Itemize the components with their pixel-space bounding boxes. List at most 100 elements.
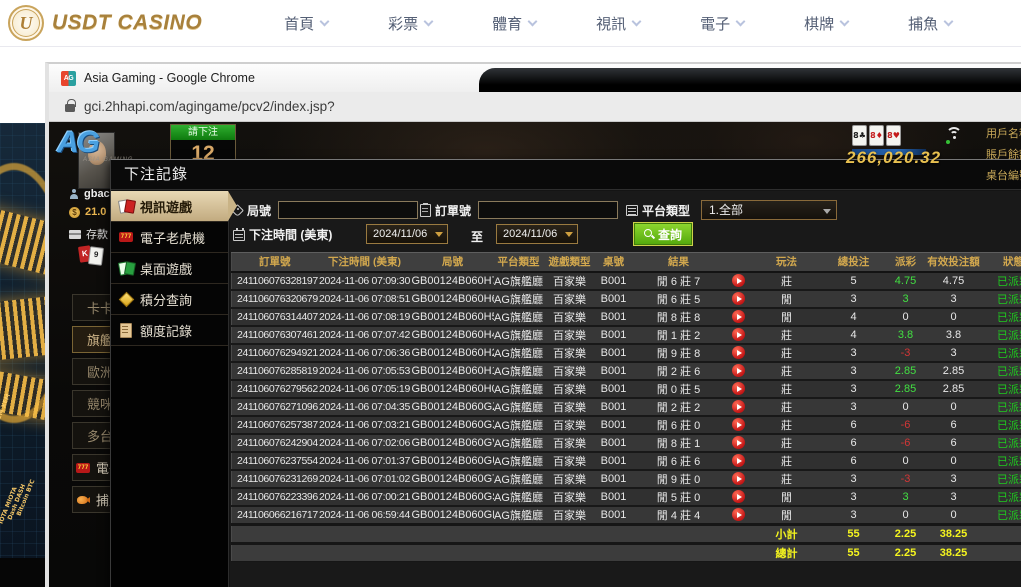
nav-item[interactable]: 棋牌 [774,13,878,34]
cell-payout: 0 [886,398,926,416]
cell-payout: -3 [886,344,926,362]
table-row: 241106076237554 2024-11-06 07:01:37 GB00… [232,452,1021,470]
play-button[interactable] [732,400,745,413]
order-input[interactable] [478,201,618,219]
play-button[interactable] [732,454,745,467]
platform-select[interactable]: 1.全部 [701,200,837,220]
main-nav: 首頁 彩票 體育 視訊 電子 [254,13,982,34]
table-row: 241106076294921 2024-11-06 07:06:36 GB00… [232,344,1021,362]
play-button[interactable] [732,508,745,521]
playing-card: 8♥ [886,125,901,146]
play-button[interactable] [732,472,745,485]
cell-bet-time: 2024-11-06 07:01:37 [318,452,412,470]
dropdown-arrow-icon [823,209,831,214]
url-bar[interactable]: gci.2hhapi.com/agingame/pcv2/index.jsp? [49,92,1021,122]
table-header-cell [726,253,752,272]
cell-replay [726,272,752,290]
table-header-cell: 總投注 [822,253,886,272]
table-row: 241106076279562 2024-11-06 07:05:19 GB00… [232,380,1021,398]
modal-title: 下注記錄 [124,166,188,183]
play-button[interactable] [732,418,745,431]
nav-item-label: 視訊 [596,13,626,34]
total-bet: 55 [822,543,886,561]
cell-result: 閒 5 莊 0 [632,488,726,506]
sidebar-item[interactable]: 桌面遊戲 [111,253,228,284]
nav-item[interactable]: 視訊 [566,13,670,34]
table-header-cell: 派彩 [886,253,926,272]
cell-game-type: 百家樂 [544,416,596,434]
cell-replay [726,362,752,380]
play-button[interactable] [732,382,745,395]
cell-payout: -6 [886,416,926,434]
brand-logo[interactable]: U USDT CASINO [0,5,202,41]
play-button[interactable] [732,310,745,323]
total-payout: 2.25 [886,543,926,561]
cell-total-bet: 3 [822,398,886,416]
cell-total-bet: 6 [822,416,886,434]
cell-valid-bet: 0 [926,398,982,416]
dropdown-arrow-icon [565,232,573,237]
sidebar-item[interactable]: 電子老虎機 [111,222,228,253]
round-input[interactable] [278,201,418,219]
lobby-menu-icon [75,461,91,475]
nav-item-label: 首頁 [284,13,314,34]
play-button[interactable] [732,436,745,449]
cell-result: 閒 2 莊 6 [632,362,726,380]
play-button[interactable] [732,292,745,305]
cell-payout: 2.85 [886,380,926,398]
cell-table-no: B001 [596,380,632,398]
url-text: gci.2hhapi.com/agingame/pcv2/index.jsp? [84,99,335,114]
cell-platform: AG旗艦廳 [494,380,544,398]
money-icon [69,207,80,218]
cell-table-no: B001 [596,488,632,506]
cell-order-no: 241106066216717 [232,506,318,525]
bet-prompt: 請下注 [171,125,235,140]
cell-valid-bet: 3.8 [926,326,982,344]
play-button[interactable] [732,346,745,359]
deposit-button[interactable]: 存款 [69,226,108,242]
date-to-picker[interactable]: 2024/11/06 [496,224,578,244]
nav-item[interactable]: 首頁 [254,13,358,34]
cell-bet-time: 2024-11-06 07:08:19 [318,308,412,326]
search-button[interactable]: 查詢 [634,223,692,245]
play-button[interactable] [732,274,745,287]
sidebar-item[interactable]: 視訊遊戲 [111,191,228,222]
cell-result: 閒 2 莊 2 [632,398,726,416]
table-header-cell: 有效投注額 [926,253,982,272]
user-info-item: 桌台編號 [986,166,1021,187]
cell-bet-time: 2024-11-06 07:09:30 [318,272,412,290]
search-icon [644,229,655,240]
deposit-icon [69,230,81,239]
date-from-picker[interactable]: 2024/11/06 [366,224,448,244]
sidebar-item-icon [118,292,134,306]
sidebar-item[interactable]: 積分查詢 [111,284,228,315]
cell-result: 閒 8 莊 1 [632,434,726,452]
nav-item[interactable]: 電子 [670,13,774,34]
cell-platform: AG旗艦廳 [494,290,544,308]
sidebar-item[interactable]: 額度記錄 [111,315,228,346]
cell-game-type: 百家樂 [544,290,596,308]
play-button[interactable] [732,490,745,503]
cell-game-type: 百家樂 [544,344,596,362]
nav-item[interactable]: 彩票 [358,13,462,34]
cell-result: 閒 0 莊 5 [632,380,726,398]
play-button[interactable] [732,364,745,377]
table-header-cell: 局號 [412,253,494,272]
table-totals: 小計 55 2.25 38.25 總計 55 2.25 [232,524,1021,561]
cell-order-no: 241106076271096 [232,398,318,416]
subtotal-label: 小計 [752,524,822,543]
cell-total-bet: 3 [822,362,886,380]
cell-round-no: GB00124B060GR [412,506,494,525]
cell-round-no: GB00124B060H1 [412,362,494,380]
cell-valid-bet: 4.75 [926,272,982,290]
cell-total-bet: 3 [822,488,886,506]
cell-valid-bet: 3 [926,470,982,488]
nav-item-label: 電子 [700,13,730,34]
nav-item[interactable]: 體育 [462,13,566,34]
cell-round-no: GB00124B060H0 [412,380,494,398]
play-button[interactable] [732,328,745,341]
table-row: 241106076271096 2024-11-06 07:04:35 GB00… [232,398,1021,416]
nav-item[interactable]: 捕魚 [878,13,982,34]
ag-logo-text: AG [57,126,98,159]
playing-card: 8♦ [869,125,884,146]
